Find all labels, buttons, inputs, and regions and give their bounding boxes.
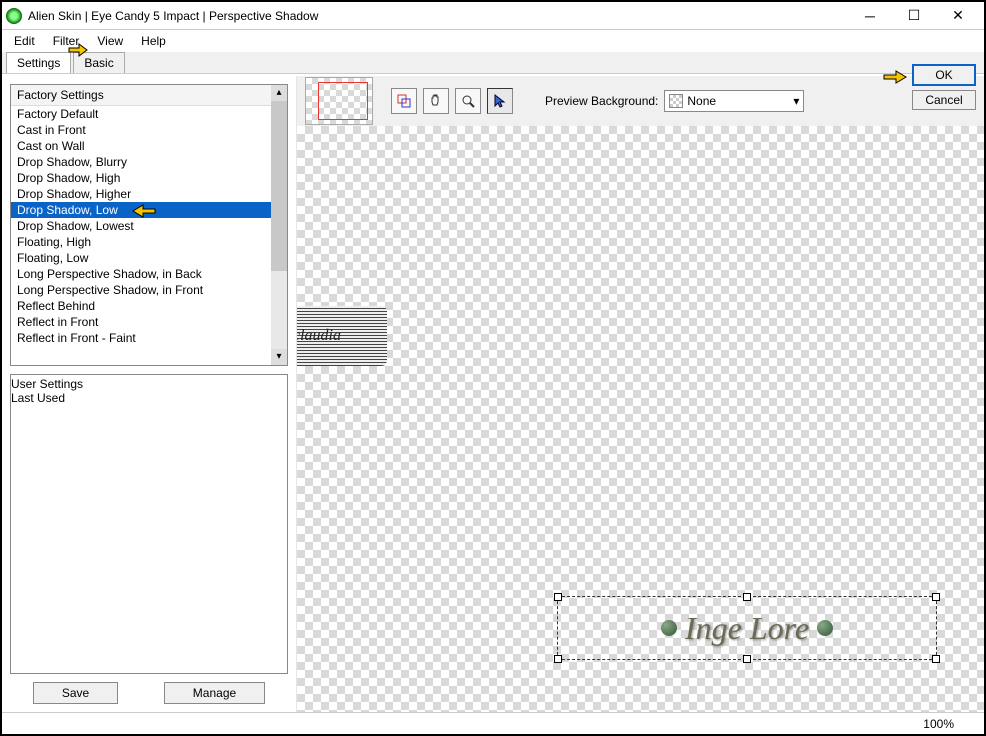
list-item[interactable]: Factory Default xyxy=(11,106,271,122)
selected-layer[interactable]: Inge Lore xyxy=(557,596,937,660)
preview-bg-combo[interactable]: None ▾ xyxy=(664,90,804,112)
list-item[interactable]: Reflect in Front - Faint xyxy=(11,330,271,346)
list-item[interactable]: Reflect Behind xyxy=(11,298,271,314)
plugin-window: Alien Skin | Eye Candy 5 Impact | Perspe… xyxy=(0,0,986,736)
list-item[interactable]: Floating, High xyxy=(11,234,271,250)
list-item[interactable]: Drop Shadow, Blurry xyxy=(11,154,271,170)
zoom-level: 100% xyxy=(923,717,954,731)
user-header: User Settings xyxy=(11,377,287,391)
swatch-icon xyxy=(669,94,683,108)
list-item[interactable]: Long Perspective Shadow, in Front xyxy=(11,282,271,298)
resize-handle[interactable] xyxy=(932,593,940,601)
list-item[interactable]: Reflect in Front xyxy=(11,314,271,330)
manage-button[interactable]: Manage xyxy=(164,682,265,704)
app-icon xyxy=(6,8,22,24)
list-item[interactable]: Long Perspective Shadow, in Back xyxy=(11,266,271,282)
preview-toolbar: Preview Background: None ▾ xyxy=(297,76,984,126)
menubar: Edit Filter View Help xyxy=(2,30,984,52)
chevron-down-icon: ▾ xyxy=(793,94,799,108)
list-item[interactable]: Drop Shadow, High xyxy=(11,170,271,186)
selected-label: Drop Shadow, Low xyxy=(17,203,118,217)
pointer-tool-icon[interactable] xyxy=(487,88,513,114)
menu-edit[interactable]: Edit xyxy=(6,32,43,50)
ornament-icon xyxy=(817,620,833,636)
cancel-button[interactable]: Cancel xyxy=(912,90,976,110)
layer-text: Inge Lore xyxy=(685,610,809,647)
resize-handle[interactable] xyxy=(743,593,751,601)
scroll-up-icon[interactable]: ▴ xyxy=(271,85,287,101)
hand-pointer-icon xyxy=(121,201,157,221)
left-panel: Factory Settings Factory Default Cast in… xyxy=(2,76,297,712)
maximize-button[interactable]: ☐ xyxy=(892,4,936,28)
list-item[interactable]: Floating, Low xyxy=(11,250,271,266)
ok-label: OK xyxy=(935,68,952,82)
tab-settings[interactable]: Settings xyxy=(6,52,71,73)
preview-thumbnail[interactable] xyxy=(305,77,373,125)
list-item[interactable]: Drop Shadow, Higher xyxy=(11,186,271,202)
zoom-tool-icon[interactable] xyxy=(455,88,481,114)
preview-bg-label: Preview Background: xyxy=(545,94,658,108)
tab-bar: Settings Basic xyxy=(2,52,984,74)
combo-value: None xyxy=(687,94,716,108)
resize-handle[interactable] xyxy=(932,655,940,663)
titlebar: Alien Skin | Eye Candy 5 Impact | Perspe… xyxy=(2,2,984,30)
statusbar: 100% xyxy=(2,712,984,734)
resize-handle[interactable] xyxy=(743,655,751,663)
menu-view[interactable]: View xyxy=(89,32,131,50)
hand-tool-icon[interactable] xyxy=(423,88,449,114)
minimize-button[interactable]: ─ xyxy=(848,4,892,28)
scrollbar[interactable]: ▴ ▾ xyxy=(271,85,287,365)
window-title: Alien Skin | Eye Candy 5 Impact | Perspe… xyxy=(28,9,848,23)
list-item[interactable]: Cast on Wall xyxy=(11,138,271,154)
factory-settings-list[interactable]: Factory Settings Factory Default Cast in… xyxy=(10,84,288,366)
resize-handle[interactable] xyxy=(554,593,562,601)
right-panel: OK Cancel Previ xyxy=(297,76,984,712)
navigator-tool-icon[interactable] xyxy=(391,88,417,114)
save-button[interactable]: Save xyxy=(33,682,118,704)
preview-canvas[interactable]: claudia Inge Lore xyxy=(297,126,984,712)
resize-handle[interactable] xyxy=(554,655,562,663)
factory-header: Factory Settings xyxy=(11,85,271,106)
ornament-icon xyxy=(661,620,677,636)
ok-button[interactable]: OK xyxy=(912,64,976,86)
list-item[interactable]: Cast in Front xyxy=(11,122,271,138)
user-settings-list[interactable]: User Settings Last Used xyxy=(10,374,288,674)
menu-help[interactable]: Help xyxy=(133,32,174,50)
hand-pointer-icon xyxy=(882,66,916,88)
watermark: claudia xyxy=(297,306,387,366)
scroll-down-icon[interactable]: ▾ xyxy=(271,349,287,365)
list-item[interactable]: Last Used xyxy=(11,391,287,405)
list-item-selected[interactable]: Drop Shadow, Low xyxy=(11,202,271,218)
close-button[interactable]: ✕ xyxy=(936,4,980,28)
menu-filter[interactable]: Filter xyxy=(45,32,88,50)
scroll-thumb[interactable] xyxy=(271,101,287,271)
